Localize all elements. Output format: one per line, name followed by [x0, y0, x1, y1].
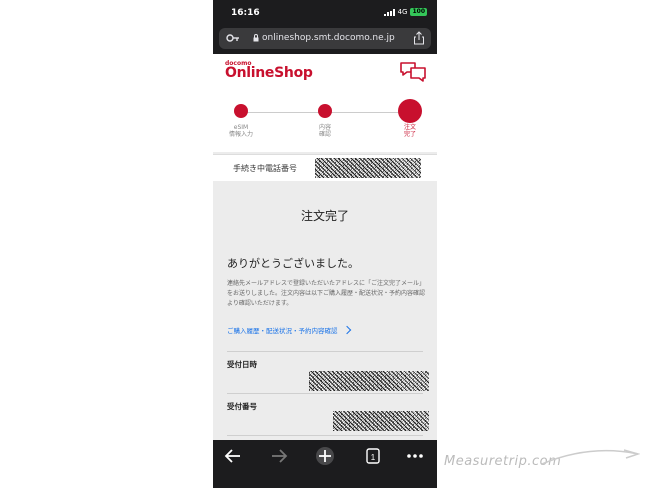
step-label-1: eSIM 情報入力 — [221, 124, 261, 138]
step-1-line1: eSIM — [233, 124, 249, 131]
received-datetime-label: 受付日時 — [227, 360, 257, 369]
step-dot-2 — [318, 104, 332, 118]
step-2-line2: 確認 — [318, 131, 331, 138]
step-dot-3-current — [398, 99, 422, 123]
order-complete-panel: 注文完了 ありがとうございました。 連絡先メールアドレスで登録いただいたアドレス… — [213, 181, 437, 440]
status-bar: 16:16 4G 100 — [213, 0, 437, 26]
more-menu-icon[interactable] — [405, 446, 425, 466]
status-indicators: 4G 100 — [383, 8, 427, 16]
thanks-message: ありがとうございました。 — [227, 257, 359, 270]
step-2-line1: 内容 — [318, 124, 331, 131]
step-1-line2: 情報入力 — [228, 131, 253, 138]
step-3-line2: 完了 — [403, 131, 416, 138]
step-dot-1 — [234, 104, 248, 118]
address-bar[interactable]: onlineshop.smt.docomo.ne.jp — [219, 28, 431, 49]
back-arrow-icon[interactable] — [223, 446, 243, 466]
browser-toolbar: 1 — [213, 440, 437, 488]
svg-text:1: 1 — [371, 453, 376, 462]
redacted-phone-number — [315, 158, 421, 178]
browser-chrome: onlineshop.smt.docomo.ne.jp — [213, 26, 437, 54]
battery-icon: 100 — [410, 8, 427, 16]
step-3-line1: 注文 — [403, 124, 416, 131]
divider — [227, 351, 423, 352]
new-tab-plus-icon[interactable] — [315, 446, 335, 466]
url-text: onlineshop.smt.docomo.ne.jp — [262, 33, 395, 43]
forward-arrow-icon[interactable] — [269, 446, 289, 466]
step-label-3: 注文 完了 — [390, 124, 430, 138]
redacted-received-datetime — [309, 371, 429, 391]
phone-screen: 16:16 4G 100 onlineshop.smt.docomo.ne.jp — [213, 0, 437, 488]
tab-count-icon[interactable]: 1 — [363, 446, 383, 466]
divider — [227, 435, 423, 436]
redacted-receipt-number — [333, 411, 429, 431]
site-header: docomo OnlineShop — [213, 54, 437, 91]
history-link-text[interactable]: ご購入履歴・配送状況・予約内容確認 — [227, 325, 338, 335]
chevron-right-icon — [342, 325, 351, 335]
lock-icon — [253, 34, 259, 42]
phone-number-row: 手続き中電話番号 — [213, 154, 437, 182]
watermark-swoosh-icon — [541, 449, 640, 465]
receipt-number-label: 受付番号 — [227, 402, 257, 411]
chat-icon[interactable] — [399, 61, 427, 83]
progress-steps: eSIM 情報入力 内容 確認 注文 完了 — [213, 90, 437, 152]
step-label-2: 内容 確認 — [305, 124, 345, 138]
share-icon[interactable] — [413, 31, 425, 45]
divider — [227, 393, 423, 394]
brand-logo[interactable]: OnlineShop — [225, 65, 313, 81]
status-time: 16:16 — [231, 8, 260, 18]
key-icon[interactable] — [226, 32, 240, 44]
page-title: 注文完了 — [300, 209, 349, 223]
phone-number-label: 手続き中電話番号 — [233, 164, 297, 173]
history-link[interactable]: ご購入履歴・配送状況・予約内容確認 — [227, 325, 351, 335]
signal-icon — [383, 8, 395, 16]
network-type: 4G — [397, 8, 408, 16]
confirmation-description: 連絡先メールアドレスで登録いただいたアドレスに「ご注文完了メール」をお送りしまし… — [227, 280, 426, 307]
